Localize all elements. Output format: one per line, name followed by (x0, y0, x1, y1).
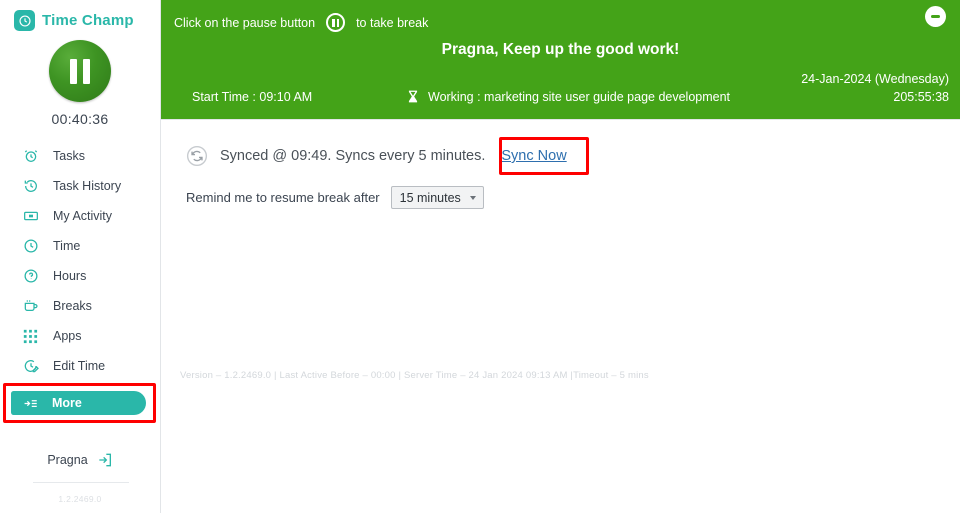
sidebar-menu: Tasks Task History My Activity Time Hour… (0, 141, 160, 425)
coffee-cup-icon (22, 298, 39, 315)
sidebar-item-my-activity[interactable]: My Activity (0, 201, 160, 231)
minimize-button[interactable] (925, 6, 946, 27)
clock-icon (22, 238, 39, 255)
grid-dots-icon (22, 328, 39, 345)
sidebar-item-more[interactable]: More (11, 391, 146, 415)
sidebar-item-hours[interactable]: Hours (0, 261, 160, 291)
remind-interval-value: 15 minutes (399, 190, 461, 205)
pause-circle-icon[interactable] (326, 13, 346, 32)
user-name: Pragna (47, 453, 88, 467)
app-window: Time Champ 00:40:36 Tasks Task History M… (0, 0, 960, 513)
sidebar-divider (33, 482, 129, 483)
break-hint-suffix: to take break (356, 15, 429, 30)
hourglass-icon (406, 89, 420, 104)
main-content: Click on the pause button to take break … (161, 0, 960, 513)
working-text: Working : marketing site user guide page… (428, 89, 731, 104)
sidebar: Time Champ 00:40:36 Tasks Task History M… (0, 0, 161, 513)
sync-status-text: Synced @ 09:49. Syncs every 5 minutes. (220, 148, 486, 164)
sidebar-item-task-history[interactable]: Task History (0, 171, 160, 201)
sidebar-item-label: My Activity (53, 209, 113, 223)
logout-icon[interactable] (97, 452, 113, 468)
pause-icon (70, 58, 77, 84)
sidebar-item-tasks[interactable]: Tasks (0, 141, 160, 171)
sync-row: Synced @ 09:49. Syncs every 5 minutes. S… (186, 137, 960, 175)
history-clock-icon (22, 178, 39, 195)
sidebar-item-label: Breaks (53, 299, 92, 313)
session-timer: 00:40:36 (51, 111, 109, 127)
footer-version-info: Version – 1.2.2469.0 | Last Active Befor… (180, 370, 649, 381)
sidebar-item-time[interactable]: Time (0, 231, 160, 261)
pause-icon (83, 58, 90, 84)
banner-date: 24-Jan-2024 (Wednesday) (801, 72, 949, 86)
break-hint: Click on the pause button to take break (161, 0, 960, 32)
sidebar-item-more-zone: More (0, 383, 160, 425)
chevron-down-icon (469, 195, 476, 200)
break-hint-prefix: Click on the pause button (174, 15, 316, 30)
remind-interval-select[interactable]: 15 minutes (390, 186, 484, 209)
sidebar-item-label: Tasks (53, 149, 85, 163)
clock-icon (14, 10, 35, 31)
banner-total-hours: 205:55:38 (893, 90, 949, 104)
question-clock-icon (22, 268, 39, 285)
timer-panel: 00:40:36 (0, 40, 160, 127)
sidebar-version: 1.2.2469.0 (58, 494, 102, 504)
sidebar-item-label: Task History (53, 179, 122, 193)
user-row: Pragna (0, 452, 160, 468)
pause-button[interactable] (49, 40, 111, 102)
remind-label: Remind me to resume break after (186, 190, 380, 205)
sidebar-item-label: Edit Time (53, 359, 106, 373)
working-row: Working : marketing site user guide page… (406, 89, 730, 104)
sidebar-item-edit-time[interactable]: Edit Time (0, 351, 160, 381)
alarm-clock-icon (22, 148, 39, 165)
greeting-text: Pragna, Keep up the good work! (441, 41, 680, 58)
menu-arrow-icon (22, 395, 38, 411)
brand: Time Champ (0, 0, 160, 31)
edit-clock-icon (22, 358, 39, 375)
brand-name: Time Champ (42, 12, 134, 29)
sidebar-item-label: Apps (53, 329, 82, 343)
sidebar-item-apps[interactable]: Apps (0, 321, 160, 351)
remind-row: Remind me to resume break after 15 minut… (186, 186, 960, 209)
start-time: Start Time : 09:10 AM (192, 90, 313, 104)
sidebar-item-label: More (52, 396, 82, 410)
sync-now-link[interactable]: Sync Now (501, 148, 566, 164)
sync-refresh-icon[interactable] (186, 145, 208, 167)
status-banner: Click on the pause button to take break … (161, 0, 960, 120)
activity-ticket-icon (22, 208, 39, 225)
sidebar-item-label: Hours (53, 269, 87, 283)
sidebar-item-breaks[interactable]: Breaks (0, 291, 160, 321)
minimize-icon (931, 15, 940, 18)
sidebar-item-label: Time (53, 239, 81, 253)
